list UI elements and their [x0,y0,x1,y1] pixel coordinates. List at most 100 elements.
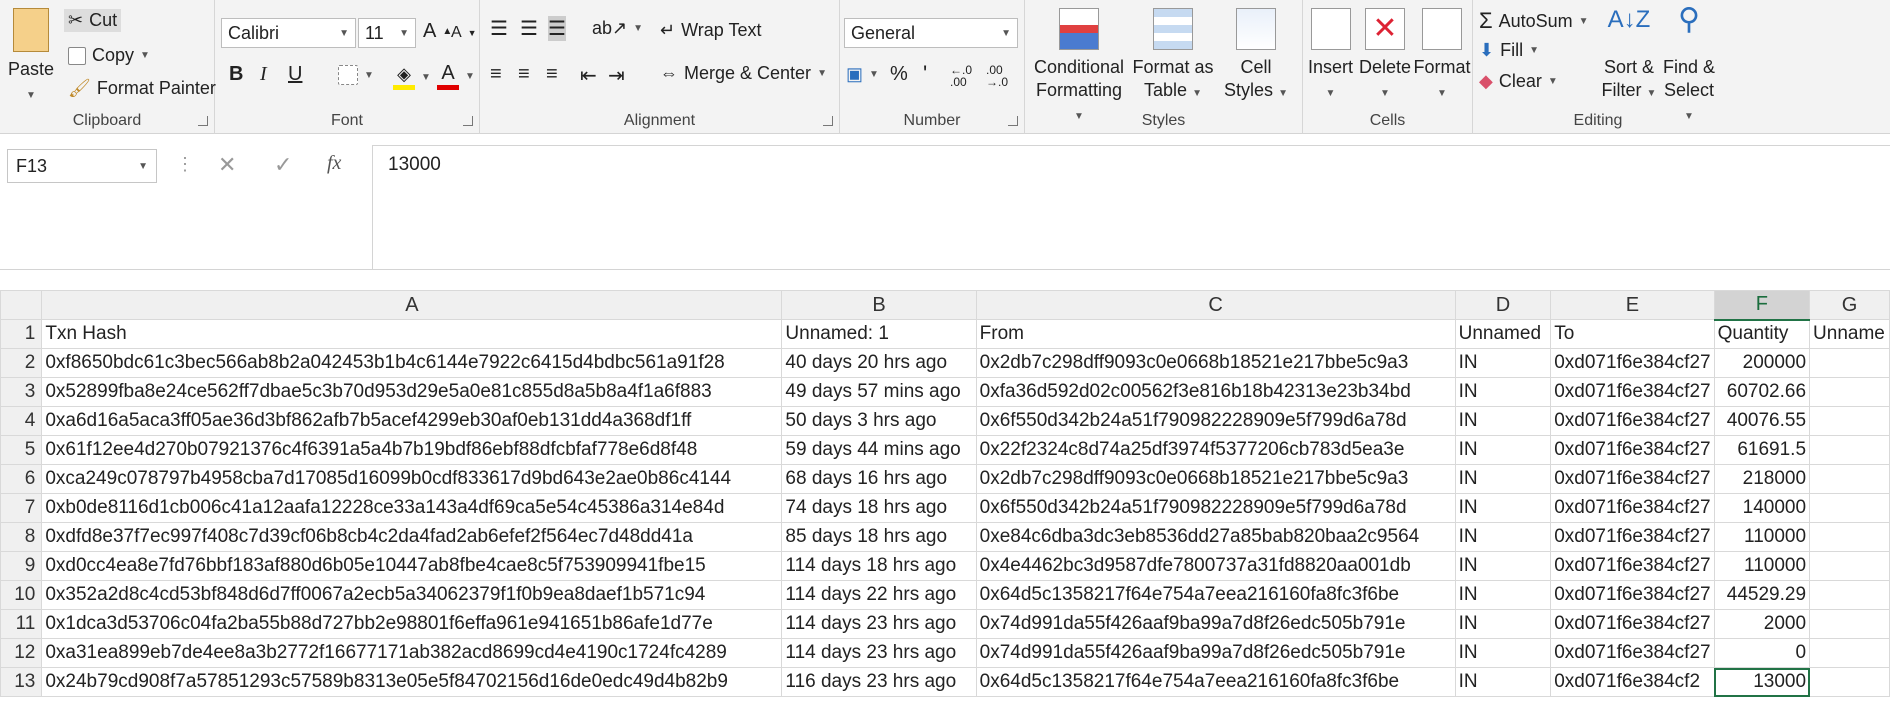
cell-d-12[interactable]: IN [1454,638,1552,668]
italic-button[interactable]: I [260,63,267,86]
cell-f-3[interactable]: 60702.66 [1713,377,1811,407]
cell-a-3[interactable]: 0x52899fba8e24ce562ff7dbae5c3b70d953d29e… [41,377,783,407]
cell-e-7[interactable]: 0xd071f6e384cf27 [1550,493,1715,523]
cell-c-5[interactable]: 0x22f2324c8d74a25df3974f5377206cb783d5ea… [975,435,1456,465]
cell-g-3[interactable] [1809,377,1890,407]
top-align-icon[interactable]: ☰ [490,16,508,41]
cell-b-13[interactable]: 116 days 23 hrs ago [781,667,977,697]
cell-c-1[interactable]: From [975,319,1456,349]
row-header[interactable]: 2 [0,348,43,378]
row-header[interactable]: 4 [0,406,43,436]
cell-e-9[interactable]: 0xd071f6e384cf27 [1550,551,1715,581]
cell-b-4[interactable]: 50 days 3 hrs ago [781,406,977,436]
fill-button[interactable]: ⬇ Fill ▼ [1479,40,1539,61]
formula-input[interactable]: 13000 [372,145,1890,269]
decrease-decimal-icon[interactable]: .00 →.0 [986,64,1008,88]
number-launcher-icon[interactable] [1008,116,1018,126]
font-color-button[interactable]: A ▼ [437,62,475,90]
cell-g-6[interactable] [1809,464,1890,494]
cell-d-8[interactable]: IN [1454,522,1552,552]
row-header[interactable]: 13 [0,667,43,697]
underline-button[interactable]: U [288,63,302,86]
cell-g-10[interactable] [1809,580,1890,610]
cell-b-12[interactable]: 114 days 23 hrs ago [781,638,977,668]
cell-d-3[interactable]: IN [1454,377,1552,407]
insert-function-icon[interactable]: fx [327,152,341,175]
cell-d-6[interactable]: IN [1454,464,1552,494]
cell-a-8[interactable]: 0xdfd8e37f7ec997f408c7d39cf06b8cb4c2da4f… [41,522,783,552]
cell-b-2[interactable]: 40 days 20 hrs ago [781,348,977,378]
cell-d-13[interactable]: IN [1454,667,1552,697]
column-header-f[interactable]: F [1713,290,1811,321]
decrease-indent-icon[interactable]: ⇤ [580,63,597,88]
cell-e-6[interactable]: 0xd071f6e384cf27 [1550,464,1715,494]
cell-a-2[interactable]: 0xf8650bdc61c3bec566ab8b2a042453b1b4c614… [41,348,783,378]
format-as-table-button[interactable]: Format as Table ▼ [1129,8,1217,105]
borders-button[interactable]: ▼ [338,65,374,85]
enter-formula-icon[interactable]: ✓ [274,152,292,178]
cell-e-3[interactable]: 0xd071f6e384cf27 [1550,377,1715,407]
cell-f-11[interactable]: 2000 [1713,609,1811,639]
cell-c-9[interactable]: 0x4e4462bc3d9587dfe7800737a31fd8820aa001… [975,551,1456,581]
bottom-align-icon[interactable]: ☰ [548,16,566,41]
cell-g-11[interactable] [1809,609,1890,639]
cell-g-8[interactable] [1809,522,1890,552]
wrap-text-button[interactable]: ↵ Wrap Text [660,20,761,41]
insert-button[interactable]: Insert ▼ [1303,8,1358,105]
cell-e-12[interactable]: 0xd071f6e384cf27 [1550,638,1715,668]
cell-c-3[interactable]: 0xfa36d592d02c00562f3e816b18b42313e23b34… [975,377,1456,407]
row-header[interactable]: 7 [0,493,43,523]
cell-g-12[interactable] [1809,638,1890,668]
column-header-a[interactable]: A [41,290,783,320]
row-header[interactable]: 8 [0,522,43,552]
autosum-button[interactable]: Σ AutoSum ▼ [1479,8,1589,34]
cell-c-2[interactable]: 0x2db7c298dff9093c0e0668b18521e217bbe5c9… [975,348,1456,378]
bold-button[interactable]: B [229,63,243,86]
font-name-select[interactable]: Calibri ▼ [221,18,356,48]
cell-b-3[interactable]: 49 days 57 mins ago [781,377,977,407]
cut-button[interactable]: ✂ Cut [64,9,122,32]
cell-g-7[interactable] [1809,493,1890,523]
find-select-button[interactable]: ⚲ Find & Select ▼ [1659,5,1719,128]
cell-a-9[interactable]: 0xd0cc4ea8e7fd76bbf183af880d6b05e10447ab… [41,551,783,581]
column-header-b[interactable]: B [781,290,977,320]
cell-f-7[interactable]: 140000 [1713,493,1811,523]
cell-f-1[interactable]: Quantity [1713,319,1811,349]
column-header-g[interactable]: G [1809,290,1890,320]
format-painter-button[interactable]: 🖌 Format Painter [68,78,216,99]
cell-b-8[interactable]: 85 days 18 hrs ago [781,522,977,552]
cell-c-12[interactable]: 0x74d991da55f426aaf9ba99a7d8f26edc505b79… [975,638,1456,668]
merge-center-button[interactable]: ⇔ Merge & Center ▼ [660,63,827,84]
row-header[interactable]: 11 [0,609,43,639]
font-size-select[interactable]: 11 ▼ [358,18,416,48]
cell-c-8[interactable]: 0xe84c6dba3dc3eb8536dd27a85bab820baa2c95… [975,522,1456,552]
cell-a-5[interactable]: 0x61f12ee4d270b07921376c4f6391a5a4b7b19b… [41,435,783,465]
increase-indent-icon[interactable]: ⇥ [608,63,625,88]
name-box[interactable]: F13 ▼ [7,149,157,183]
cell-d-11[interactable]: IN [1454,609,1552,639]
cell-f-12[interactable]: 0 [1713,638,1811,668]
cell-a-13[interactable]: 0x24b79cd908f7a57851293c57589b8313e05e5f… [41,667,783,697]
select-all-corner[interactable] [0,290,43,320]
cell-b-11[interactable]: 114 days 23 hrs ago [781,609,977,639]
cell-d-4[interactable]: IN [1454,406,1552,436]
comma-button[interactable]: ' [923,61,927,87]
accounting-button[interactable]: ▣ ▼ [846,64,879,85]
cell-d-7[interactable]: IN [1454,493,1552,523]
cell-g-1[interactable]: Unname [1809,319,1890,349]
align-center-icon[interactable]: ≡ [518,63,530,86]
cell-g-2[interactable] [1809,348,1890,378]
cell-b-5[interactable]: 59 days 44 mins ago [781,435,977,465]
cell-f-9[interactable]: 110000 [1713,551,1811,581]
format-button[interactable]: Format ▼ [1411,8,1473,105]
cell-c-13[interactable]: 0x64d5c1358217f64e754a7eea216160fa8fc3f6… [975,667,1456,697]
fill-color-button[interactable]: ◈ ▼ [393,64,431,90]
cell-b-10[interactable]: 114 days 22 hrs ago [781,580,977,610]
font-launcher-icon[interactable] [463,116,473,126]
align-right-icon[interactable]: ≡ [546,63,558,86]
cell-e-5[interactable]: 0xd071f6e384cf27 [1550,435,1715,465]
grow-font-button[interactable]: A ▲ [423,20,452,43]
clipboard-launcher-icon[interactable] [198,116,208,126]
increase-decimal-icon[interactable]: ←.0.00 [950,64,972,88]
cell-f-2[interactable]: 200000 [1713,348,1811,378]
